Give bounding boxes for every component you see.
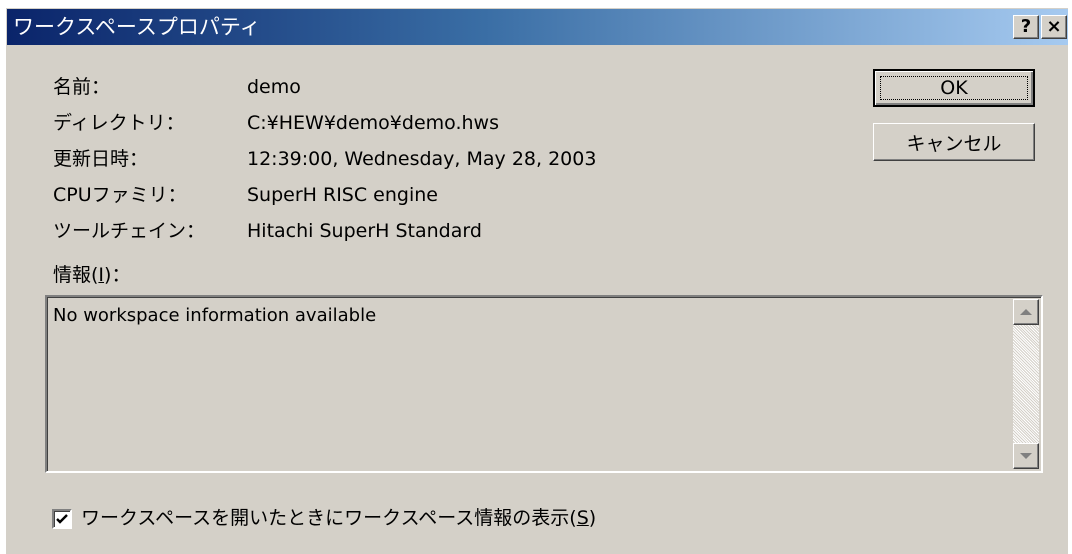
cpu-family-value: SuperH RISC engine	[247, 184, 438, 206]
scroll-up-button[interactable]	[1013, 299, 1039, 325]
info-label: 情報(I)：	[53, 264, 131, 286]
name-value: demo	[247, 76, 301, 98]
arrow-up-icon	[1020, 309, 1032, 315]
title-bar[interactable]: ワークスペースプロパティ ? ×	[7, 9, 1068, 45]
checkmark-icon	[56, 514, 68, 524]
cpu-family-label: CPUファミリ：	[53, 184, 187, 206]
help-button[interactable]: ?	[1013, 15, 1039, 39]
toolchain-label: ツールチェイン：	[53, 220, 206, 242]
scroll-down-button[interactable]	[1013, 443, 1039, 469]
modified-value: 12:39:00, Wednesday, May 28, 2003	[247, 148, 597, 170]
directory-label: ディレクトリ：	[53, 112, 185, 134]
name-label: 名前：	[53, 76, 111, 98]
toolchain-value: Hitachi SuperH Standard	[247, 220, 482, 242]
cancel-button[interactable]: キャンセル	[873, 123, 1035, 161]
show-info-checkbox[interactable]	[52, 509, 72, 529]
cancel-button-label: キャンセル	[906, 132, 1002, 155]
focus-rectangle	[880, 76, 1028, 100]
directory-value: C:¥HEW¥demo¥demo.hws	[247, 112, 499, 134]
info-text: No workspace information available	[53, 305, 377, 326]
info-textarea[interactable]: No workspace information available	[45, 295, 1043, 473]
ok-button[interactable]: OK	[873, 69, 1035, 107]
vertical-scrollbar[interactable]	[1013, 299, 1039, 469]
help-icon: ?	[1020, 16, 1032, 37]
modified-label: 更新日時：	[53, 148, 149, 170]
arrow-down-icon	[1020, 453, 1032, 459]
workspace-properties-dialog: ワークスペースプロパティ ? × 名前： demo ディレクトリ： C:¥HEW…	[6, 8, 1068, 554]
close-icon: ×	[1046, 16, 1062, 37]
show-info-checkbox-label[interactable]: ワークスペースを開いたときにワークスペース情報の表示(S)	[81, 505, 596, 531]
close-button[interactable]: ×	[1041, 15, 1067, 39]
window-title: ワークスペースプロパティ	[13, 15, 261, 39]
